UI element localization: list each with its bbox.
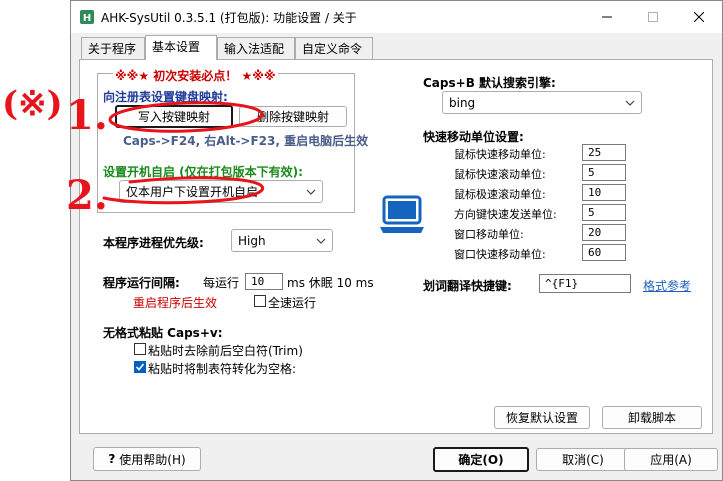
annotation-step2: 2. — [66, 172, 108, 219]
tab-basic-settings[interactable]: 基本设置 — [145, 35, 217, 60]
annotation-step1: 1. — [66, 92, 108, 139]
annotation-scribbles — [102, 101, 264, 205]
